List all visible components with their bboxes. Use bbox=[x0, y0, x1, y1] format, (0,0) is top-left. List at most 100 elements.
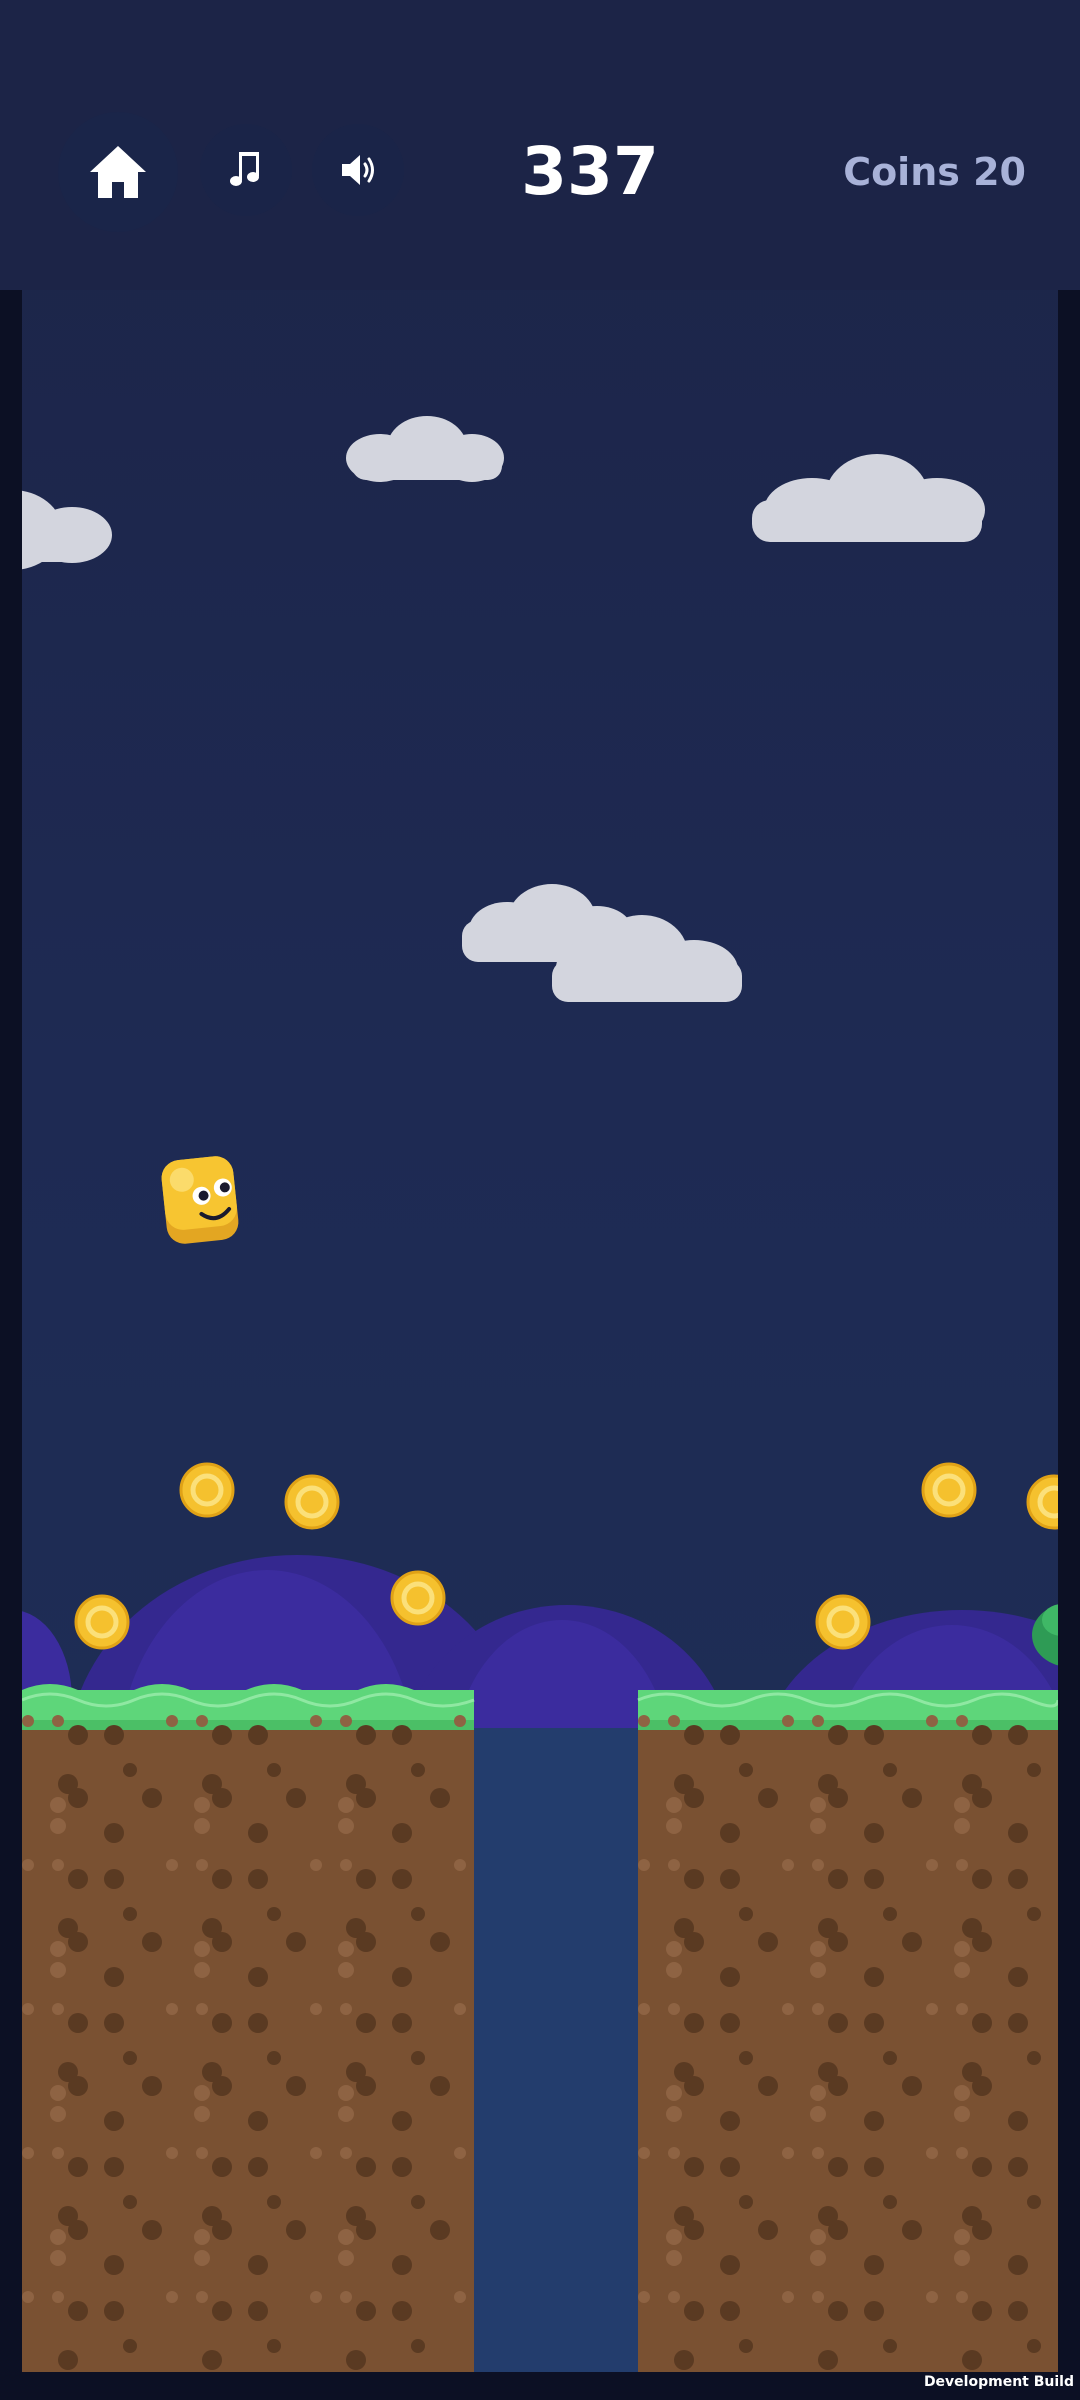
sound-button[interactable] bbox=[312, 124, 404, 216]
dirt-speck bbox=[267, 2051, 281, 2065]
coin bbox=[390, 1570, 446, 1626]
dirt-speck bbox=[720, 2157, 740, 2177]
dirt-speck bbox=[194, 2106, 210, 2122]
dirt-speck bbox=[196, 2003, 208, 2015]
dirt-speck bbox=[1027, 2339, 1041, 2353]
dirt-speck bbox=[286, 1932, 306, 1952]
dirt-speck bbox=[310, 2291, 322, 2303]
dirt-speck bbox=[68, 1725, 88, 1745]
dirt-speck bbox=[1008, 2157, 1028, 2177]
dirt-speck bbox=[286, 2220, 306, 2240]
dirt-speck bbox=[972, 2301, 992, 2321]
dirt-speck bbox=[684, 1932, 704, 1952]
dirt-speck bbox=[954, 2106, 970, 2122]
dirt-speck bbox=[340, 1859, 352, 1871]
dirt-speck bbox=[638, 2003, 650, 2015]
dirt-speck bbox=[123, 2339, 137, 2353]
pit bbox=[474, 1728, 638, 2372]
dirt-speck bbox=[972, 2076, 992, 2096]
dirt-speck bbox=[828, 2301, 848, 2321]
dirt-speck bbox=[212, 1788, 232, 1808]
game-area bbox=[22, 0, 1058, 2372]
dirt-speck bbox=[972, 1869, 992, 1889]
home-button[interactable] bbox=[58, 112, 178, 232]
dirt-speck bbox=[52, 2291, 64, 2303]
dirt-speck bbox=[286, 2076, 306, 2096]
dirt-speck bbox=[392, 2157, 412, 2177]
dirt-speck bbox=[52, 1859, 64, 1871]
dirt-speck bbox=[972, 2157, 992, 2177]
dirt-speck bbox=[812, 1715, 824, 1727]
dirt-speck bbox=[638, 1715, 650, 1727]
dirt-speck bbox=[758, 1932, 778, 1952]
dirt-speck bbox=[758, 2076, 778, 2096]
dirt-speck bbox=[739, 1763, 753, 1777]
dirt-speck bbox=[338, 1797, 354, 1813]
dirt-speck bbox=[58, 2350, 78, 2370]
coin bbox=[179, 1462, 235, 1518]
dirt-speck bbox=[954, 1818, 970, 1834]
dirt-speck bbox=[202, 2350, 222, 2370]
dirt-speck bbox=[194, 1797, 210, 1813]
dirt-speck bbox=[356, 2157, 376, 2177]
dirt-speck bbox=[864, 2111, 884, 2131]
cloud bbox=[346, 416, 504, 482]
dirt-speck bbox=[196, 2291, 208, 2303]
dirt-speck bbox=[123, 2051, 137, 2065]
dirt-speck bbox=[666, 2106, 682, 2122]
dirt-speck bbox=[356, 1869, 376, 1889]
dirt-speck bbox=[782, 2147, 794, 2159]
dirt-speck bbox=[454, 2291, 466, 2303]
dirt-speck bbox=[340, 2003, 352, 2015]
dirt-speck bbox=[666, 1941, 682, 1957]
dirt-speck bbox=[668, 1715, 680, 1727]
dirt-speck bbox=[248, 2157, 268, 2177]
dirt-speck bbox=[828, 2076, 848, 2096]
dirt-speck bbox=[104, 1967, 124, 1987]
dirt-speck bbox=[194, 2229, 210, 2245]
dirt-speck bbox=[104, 2013, 124, 2033]
dirt-speck bbox=[310, 1715, 322, 1727]
dirt-speck bbox=[454, 1859, 466, 1871]
dirt-speck bbox=[902, 2220, 922, 2240]
dirt-speck bbox=[286, 1788, 306, 1808]
dirt-speck bbox=[739, 2051, 753, 2065]
dirt-speck bbox=[310, 2147, 322, 2159]
dirt-speck bbox=[720, 2111, 740, 2131]
music-button[interactable] bbox=[200, 124, 292, 216]
dirt-speck bbox=[338, 2250, 354, 2266]
dirt-speck bbox=[338, 1962, 354, 1978]
dirt-speck bbox=[810, 2250, 826, 2266]
dirt-speck bbox=[142, 2220, 162, 2240]
cloud bbox=[752, 454, 985, 542]
dirt-speck bbox=[68, 2076, 88, 2096]
dirt-speck bbox=[123, 1907, 137, 1921]
dirt-speck bbox=[68, 1788, 88, 1808]
dirt-speck bbox=[954, 1962, 970, 1978]
dirt-speck bbox=[902, 1788, 922, 1808]
dirt-speck bbox=[782, 2003, 794, 2015]
coin bbox=[74, 1594, 130, 1650]
dirt-speck bbox=[338, 1818, 354, 1834]
dirt-speck bbox=[356, 1725, 376, 1745]
dirt-speck bbox=[248, 2013, 268, 2033]
dirt-speck bbox=[267, 2195, 281, 2209]
dirt-speck bbox=[196, 1859, 208, 1871]
dirt-speck bbox=[50, 1962, 66, 1978]
dirt-speck bbox=[926, 2291, 938, 2303]
dirt-speck bbox=[142, 1932, 162, 1952]
dirt-speck bbox=[50, 2085, 66, 2101]
dirt-speck bbox=[142, 1788, 162, 1808]
dirt-speck bbox=[392, 1967, 412, 1987]
dirt-speck bbox=[954, 1941, 970, 1957]
dirt-speck bbox=[267, 1907, 281, 1921]
dirt-speck bbox=[739, 2195, 753, 2209]
dirt-speck bbox=[954, 2085, 970, 2101]
dirt-speck bbox=[782, 1715, 794, 1727]
dirt-speck bbox=[338, 2085, 354, 2101]
dirt-speck bbox=[720, 2255, 740, 2275]
dirt-speck bbox=[22, 1715, 34, 1727]
dirt-speck bbox=[340, 1715, 352, 1727]
dirt-speck bbox=[956, 2291, 968, 2303]
dirt-speck bbox=[684, 1725, 704, 1745]
